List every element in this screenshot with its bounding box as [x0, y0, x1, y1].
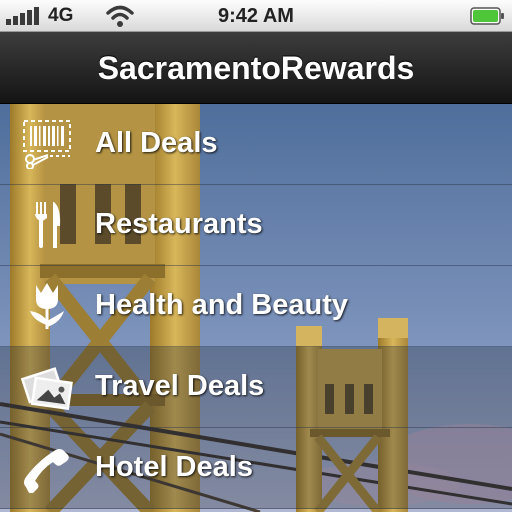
menu-item-label: Restaurants [95, 208, 263, 240]
menu-item-label: All Deals [95, 127, 218, 159]
nav-bar: SacramentoRewards [0, 32, 512, 104]
phone-handset-icon [24, 449, 69, 493]
deals-menu: All Deals Restaurants Health and Beauty [0, 104, 512, 512]
menu-item-health-and-beauty[interactable]: Health and Beauty [0, 266, 512, 347]
menu-item-restaurants[interactable]: Restaurants [0, 185, 512, 266]
menu-item-label: Health and Beauty [95, 289, 348, 321]
tulip-icon [30, 283, 64, 329]
menu-item-travel-deals[interactable]: Travel Deals [0, 347, 512, 428]
status-bar: 4G 9:42 AM [0, 0, 512, 32]
menu-item-all-deals[interactable]: All Deals [0, 104, 512, 185]
menu-item-label: Travel Deals [95, 370, 265, 402]
status-time: 9:42 AM [218, 5, 294, 27]
battery-icon [470, 7, 504, 25]
page-title: SacramentoRewards [97, 50, 415, 86]
fork-knife-icon [35, 202, 61, 248]
menu-item-label: Hotel Deals [95, 451, 253, 483]
photos-icon [20, 367, 73, 411]
barcode-scissors-icon [23, 120, 71, 169]
menu-item-hotel-deals[interactable]: Hotel Deals [0, 428, 512, 509]
